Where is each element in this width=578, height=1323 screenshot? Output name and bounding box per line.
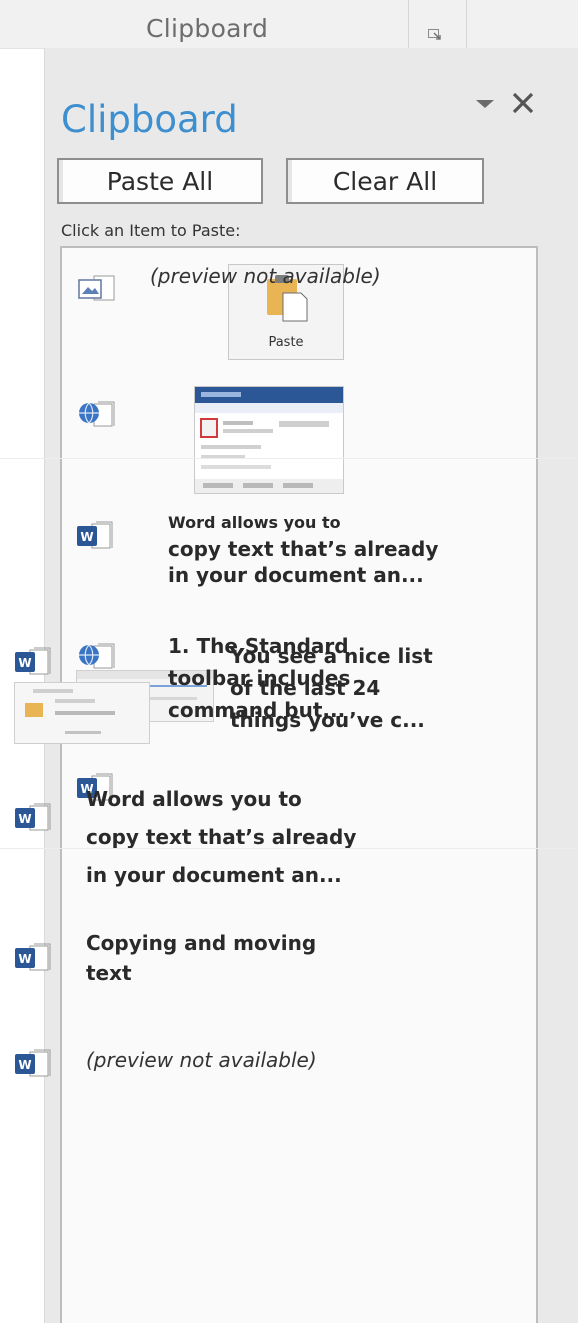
clip-preview-text: (preview not available): [150, 264, 381, 288]
ribbon-clipboard-group: Clipboard: [0, 0, 578, 49]
clipboard-item[interactable]: W Copying and moving text: [0, 928, 474, 1008]
clipboard-item[interactable]: W Word allows you to copy text that’s al…: [0, 780, 474, 920]
ribbon-group-label: Clipboard: [146, 14, 269, 43]
word-clip-icon: W: [12, 940, 56, 974]
paste-all-button[interactable]: Paste All: [57, 158, 263, 204]
close-icon[interactable]: [510, 90, 536, 116]
clipboard-item[interactable]: W (preview not available): [0, 1046, 474, 1086]
clip-preview-text: Word allows you to copy text that’s alre…: [86, 787, 357, 887]
scan-line: [0, 458, 578, 459]
svg-text:W: W: [18, 1058, 31, 1072]
clip-preview-text: (preview not available): [86, 1048, 317, 1072]
word-clip-icon: W: [12, 1046, 56, 1080]
ribbon-divider-2: [466, 0, 467, 48]
pane-options-icon[interactable]: [472, 92, 498, 116]
word-clip-icon: W: [12, 800, 56, 834]
dialog-launcher-icon[interactable]: [428, 26, 442, 40]
paste-thumbnail-label: Paste: [268, 335, 304, 350]
clip-thumbnail: [14, 682, 150, 744]
svg-text:W: W: [18, 656, 31, 670]
clip-preview-text: 1. The Standard toolbar includes command…: [168, 634, 351, 722]
ribbon-screenshot-thumbnail: [194, 386, 344, 494]
svg-text:W: W: [18, 812, 31, 826]
clip-preview-text: Copying and moving text: [86, 931, 317, 985]
click-item-hint: Click an Item to Paste:: [61, 221, 241, 240]
image-clip-icon: [76, 272, 120, 306]
pane-title: Clipboard: [61, 98, 238, 141]
clip-preview-text: Word allows you to: [168, 513, 341, 532]
clipboard-item[interactable]: W 1. The Standard toolbar includes comma…: [0, 630, 474, 750]
clipboard-item[interactable]: W Word allows you to copy text that’s al…: [62, 510, 536, 610]
clipboard-item[interactable]: [62, 376, 536, 506]
svg-text:W: W: [18, 952, 31, 966]
clear-all-button[interactable]: Clear All: [286, 158, 484, 204]
svg-text:W: W: [80, 530, 93, 544]
word-clip-icon: W: [74, 518, 118, 552]
word-clip-icon: W: [12, 644, 56, 678]
scan-line: [0, 848, 578, 849]
clip-preview-text: copy text that’s already in your documen…: [168, 537, 439, 587]
web-clip-icon: [76, 398, 120, 432]
ribbon-divider: [408, 0, 409, 48]
